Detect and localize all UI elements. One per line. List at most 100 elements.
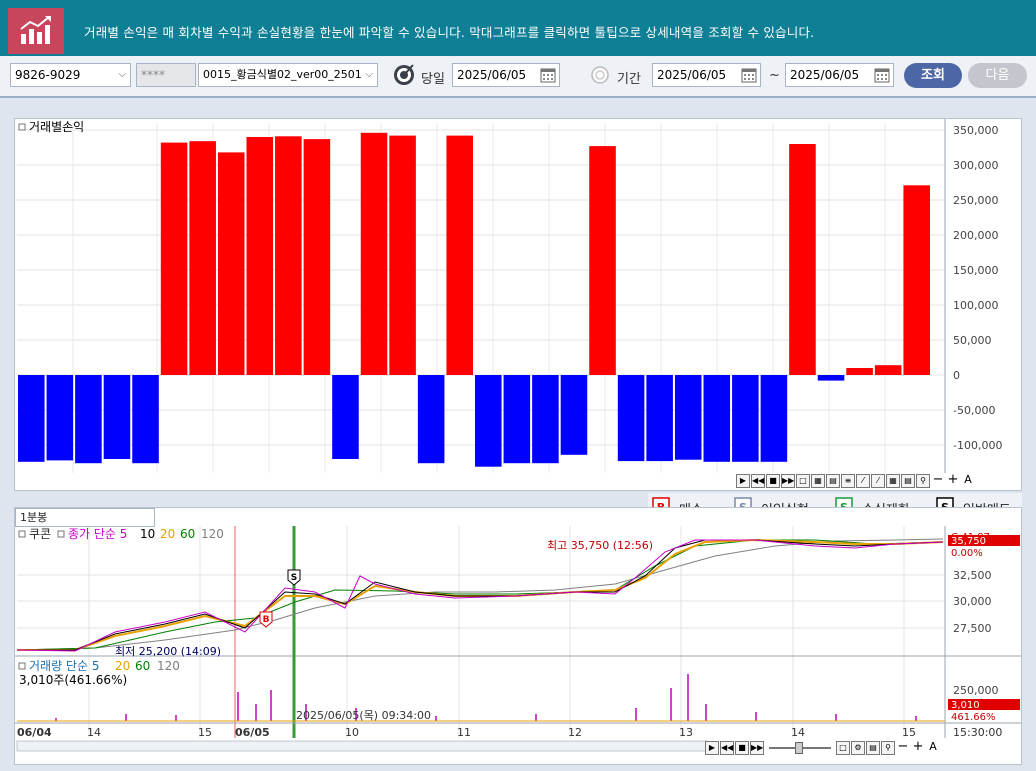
price-chart[interactable]: B S 쿠콘 종가 단순 5 10 20 60 120 최고 35,750 (1… <box>15 508 1021 764</box>
tool-icon[interactable]: ▦ <box>811 474 825 488</box>
strategy-value: 0015_황금식별02_ver00_2501 <box>203 68 362 81</box>
pnl-bar[interactable] <box>132 375 159 464</box>
zoom-out-icon[interactable]: − <box>896 740 910 755</box>
pnl-bar[interactable] <box>389 135 416 375</box>
change-pct: 0.00% <box>951 548 983 559</box>
pnl-y-tick: 250,000 <box>953 194 999 207</box>
calendar-icon[interactable] <box>539 66 557 84</box>
pnl-bar[interactable] <box>874 365 902 375</box>
tool-icon[interactable]: ▤ <box>901 474 915 488</box>
pnl-bar[interactable] <box>46 375 74 461</box>
forward-button[interactable]: ▶▶ <box>750 741 764 755</box>
pnl-bar[interactable] <box>360 132 388 375</box>
chart-logo-icon <box>8 8 64 54</box>
stop-button[interactable]: ■ <box>766 474 780 488</box>
scroll-right-button[interactable]: ▶ <box>736 474 750 488</box>
pnl-bar[interactable] <box>18 375 45 462</box>
account-select[interactable]: 9826-9029 ⌵ <box>10 63 131 87</box>
pnl-bar[interactable] <box>674 375 702 460</box>
search-button[interactable]: 조회 <box>904 63 962 88</box>
pnl-bar[interactable] <box>103 375 131 459</box>
buy-marker[interactable]: B <box>259 611 273 628</box>
zoom-in-icon[interactable]: + <box>911 740 925 755</box>
scroll-right-button[interactable]: ▶ <box>705 741 719 755</box>
pnl-bar[interactable] <box>275 136 302 375</box>
tool-icon[interactable]: □ <box>796 474 810 488</box>
pnl-bar[interactable] <box>332 375 359 459</box>
pnl-bar[interactable] <box>503 375 531 464</box>
pnl-title-marker <box>18 123 26 131</box>
tool-icon[interactable]: ⁄ <box>856 474 870 488</box>
pnl-bar[interactable] <box>732 375 759 462</box>
price-chart-panel: B S 쿠콘 종가 단순 5 10 20 60 120 최고 35,750 (1… <box>14 507 1022 765</box>
tool-icon[interactable]: □ <box>836 741 850 755</box>
pnl-bar[interactable] <box>475 375 502 467</box>
tool-icon[interactable]: ▤ <box>866 741 880 755</box>
pnl-bar[interactable] <box>589 146 616 375</box>
pnl-bar[interactable] <box>903 185 930 375</box>
pnl-bar[interactable] <box>189 141 216 375</box>
target-radio-icon[interactable] <box>392 62 416 86</box>
pnl-bar[interactable] <box>703 375 731 462</box>
next-button[interactable]: 다음 <box>968 63 1027 88</box>
stop-button[interactable]: ■ <box>735 741 749 755</box>
pnl-bar[interactable] <box>817 375 845 381</box>
tab-1min[interactable]: 1분봉 <box>15 508 155 527</box>
forward-button[interactable]: ▶▶ <box>781 474 795 488</box>
pnl-bar[interactable] <box>160 142 188 375</box>
pnl-bar[interactable] <box>646 375 673 462</box>
pnl-bar[interactable] <box>789 144 816 375</box>
strategy-select[interactable]: 0015_황금식별02_ver00_2501 ⌵ <box>198 63 378 87</box>
chevron-down-icon: ⌵ <box>365 69 373 80</box>
period-radio-icon[interactable] <box>590 65 610 85</box>
current-price: 35,750 <box>951 536 986 547</box>
zoom-icon[interactable]: ⚲ <box>916 474 930 488</box>
zoom-slider[interactable] <box>765 741 835 755</box>
pnl-bar[interactable] <box>446 135 473 375</box>
tool-icon[interactable]: ⁄ <box>871 474 885 488</box>
pnl-bar[interactable] <box>760 375 788 462</box>
pnl-bar[interactable] <box>532 375 559 464</box>
pnl-bar[interactable] <box>75 375 102 464</box>
text-tool-icon[interactable]: A <box>926 741 940 755</box>
x-end-time: 15:30:00 <box>953 726 1002 739</box>
zoom-out-icon[interactable]: − <box>931 473 945 488</box>
pnl-y-tick: 200,000 <box>953 229 999 242</box>
ma-label: 종가 단순 5 <box>68 527 127 541</box>
tool-icon[interactable]: ≡ <box>841 474 855 488</box>
tool-icon[interactable]: ▦ <box>886 474 900 488</box>
vol-ma60-label: 60 <box>135 659 150 673</box>
horizontal-scrollbar[interactable] <box>16 740 708 752</box>
period-from-input[interactable]: 2025/06/05 <box>652 63 761 87</box>
pnl-bar[interactable] <box>560 375 588 455</box>
pnl-bar[interactable] <box>617 375 645 462</box>
pnl-bar[interactable] <box>846 368 873 375</box>
pnl-chart[interactable]: 350,000 300,000 250,000 200,000 150,000 100,0… <box>15 119 1021 490</box>
pnl-bar[interactable] <box>246 137 274 375</box>
price-tick: 32,500 <box>953 569 992 582</box>
pnl-y-tick: 50,000 <box>953 334 992 347</box>
zoom-slider-thumb[interactable] <box>795 742 803 754</box>
today-label: 당일 <box>421 72 445 87</box>
rewind-button[interactable]: ◀◀ <box>751 474 765 488</box>
stock-name: 쿠콘 <box>29 527 51 541</box>
zoom-in-icon[interactable]: + <box>946 473 960 488</box>
password-field[interactable]: **** <box>136 63 196 87</box>
pnl-bar[interactable] <box>417 375 445 464</box>
ma20-label: 20 <box>160 527 175 541</box>
today-date-input[interactable]: 2025/06/05 <box>452 63 560 87</box>
rewind-button[interactable]: ◀◀ <box>720 741 734 755</box>
pnl-y-tick: -50,000 <box>953 404 995 417</box>
x-tick: 15 <box>198 726 212 739</box>
text-tool-icon[interactable]: A <box>961 474 975 488</box>
calendar-icon[interactable] <box>873 66 891 84</box>
sell-marker[interactable]: S <box>287 569 301 586</box>
period-separator: ~ <box>769 68 780 83</box>
pnl-bar[interactable] <box>217 152 245 375</box>
zoom-icon[interactable]: ⚲ <box>881 741 895 755</box>
settings-icon[interactable]: ⚙ <box>851 741 865 755</box>
tool-icon[interactable]: ▤ <box>826 474 840 488</box>
calendar-icon[interactable] <box>740 66 758 84</box>
pnl-bar[interactable] <box>303 139 331 375</box>
period-to-input[interactable]: 2025/06/05 <box>785 63 894 87</box>
